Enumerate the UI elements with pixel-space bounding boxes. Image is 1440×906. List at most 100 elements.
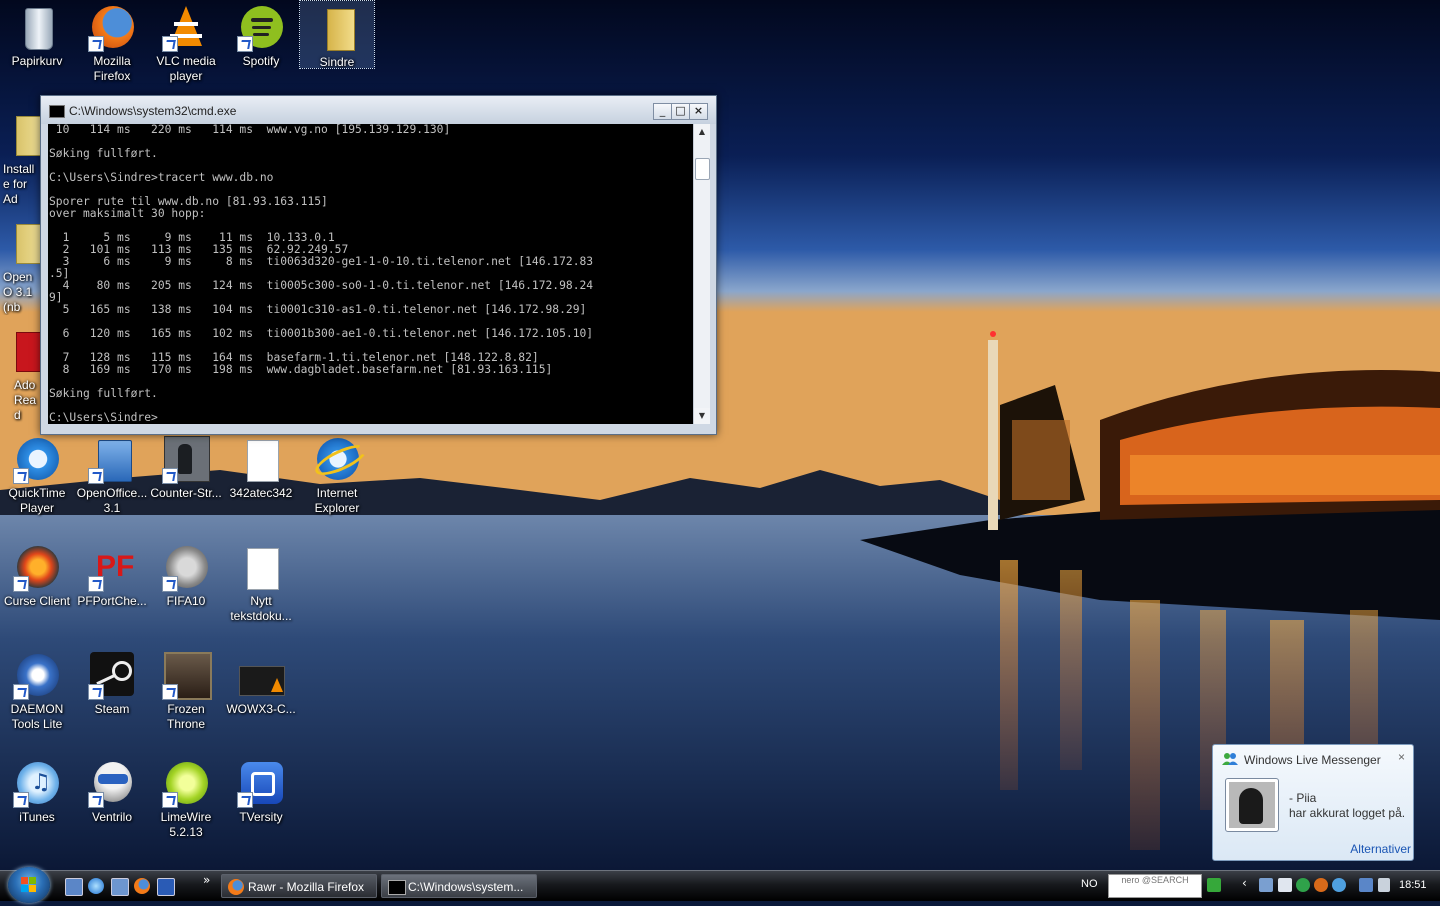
console-line: Søking fullført. xyxy=(49,387,158,400)
shortcut-arrow-icon xyxy=(13,792,29,808)
shortcut-arrow-icon xyxy=(162,684,178,700)
user-folder-icon xyxy=(313,5,361,53)
desktop-icon-daemon-tools[interactable]: DAEMON Tools Lite xyxy=(0,648,74,732)
desktop-icon-spotify[interactable]: Spotify xyxy=(224,0,298,69)
maximize-button[interactable]: □ xyxy=(671,103,690,120)
video-file-icon xyxy=(237,652,285,700)
cmd-window[interactable]: C:\Windows\system32\cmd.exe _ □ × 10 114… xyxy=(40,95,717,435)
desktop-icon-vlc[interactable]: VLC media player xyxy=(149,0,223,84)
text-file-icon xyxy=(237,436,285,484)
network-icon[interactable] xyxy=(1359,878,1373,892)
desktop-icon-limewire[interactable]: LimeWire 5.2.13 xyxy=(149,756,223,840)
start-button[interactable] xyxy=(8,867,50,903)
desktop-icon-steam[interactable]: Steam xyxy=(75,648,149,717)
tray-app-icon[interactable] xyxy=(1259,878,1273,892)
shortcut-arrow-icon xyxy=(162,468,178,484)
desktop-icon-fifa10[interactable]: FIFA10 xyxy=(149,540,223,609)
limewire-icon xyxy=(162,760,210,808)
desktop-icon-frozen-throne[interactable]: Frozen Throne xyxy=(149,648,223,732)
messenger-buddy-icon xyxy=(1222,753,1238,765)
shortcut-arrow-icon xyxy=(88,468,104,484)
desktop-icon-openoffice-folder[interactable]: OpenO 3.1 (nb xyxy=(0,216,40,315)
cmd-titlebar[interactable]: C:\Windows\system32\cmd.exe _ □ × xyxy=(41,96,716,124)
desktop-icon-openoffice[interactable]: OpenOffice... 3.1 xyxy=(75,432,149,516)
quicklaunch-overflow-icon[interactable]: » xyxy=(203,873,210,887)
messenger-tray-icon[interactable] xyxy=(1332,878,1346,892)
messenger-notification[interactable]: Windows Live Messenger × - Piia har akku… xyxy=(1212,744,1414,861)
taskbar-item-firefox[interactable]: Rawr - Mozilla Firefox xyxy=(221,874,377,898)
scroll-up-icon[interactable]: ▲ xyxy=(694,124,710,140)
console-output[interactable]: 10 114 ms 220 ms 114 ms www.vg.no [195.1… xyxy=(48,124,693,424)
cmd-icon xyxy=(49,105,65,118)
console-line: 10 114 ms 220 ms 114 ms www.vg.no [195.1… xyxy=(49,124,451,136)
notification-title: Windows Live Messenger xyxy=(1244,753,1381,767)
show-desktop-icon[interactable] xyxy=(65,878,83,896)
shortcut-arrow-icon xyxy=(162,576,178,592)
console-line: 3 6 ms 9 ms 8 ms ti0063d320-ge1-1-0-10.t… xyxy=(49,255,594,268)
recycle-bin-icon xyxy=(13,4,61,52)
desktop-icon-video-file[interactable]: WOWX3-C... xyxy=(224,648,298,717)
desktop-icon-curse-client[interactable]: Curse Client xyxy=(0,540,74,609)
firefox-icon[interactable] xyxy=(134,878,150,894)
minimize-button[interactable]: _ xyxy=(653,103,672,120)
contact-picture xyxy=(1229,782,1275,828)
close-button[interactable]: × xyxy=(689,103,708,120)
firefox-icon xyxy=(88,4,136,52)
messenger-quicklaunch-icon[interactable] xyxy=(157,878,175,896)
desktop-icon-adobe-reader[interactable]: Ado Read xyxy=(0,324,40,423)
taskbar-item-cmd[interactable]: C:\Windows\system... xyxy=(381,874,537,898)
options-link[interactable]: Alternativer xyxy=(1350,842,1411,856)
installer-icon xyxy=(14,112,40,160)
desktop-icon-tversity[interactable]: TVersity xyxy=(224,756,298,825)
cmd-title: C:\Windows\system32\cmd.exe xyxy=(69,104,237,118)
scroll-down-icon[interactable]: ▼ xyxy=(694,408,710,424)
steam-icon xyxy=(88,652,136,700)
vertical-scrollbar[interactable]: ▲ ▼ xyxy=(693,124,710,424)
counter-strike-icon xyxy=(162,436,210,484)
firefox-icon xyxy=(228,879,244,895)
internet-explorer-icon[interactable] xyxy=(88,878,104,894)
openoffice-icon xyxy=(88,436,136,484)
nero-search-box[interactable]: nero @SEARCH xyxy=(1108,874,1202,898)
desktop-icon-itunes[interactable]: ♫ iTunes xyxy=(0,756,74,825)
console-line: 6 120 ms 165 ms 102 ms ti0001b300-ae1-0.… xyxy=(49,327,594,340)
tray-app-icon[interactable] xyxy=(1314,878,1328,892)
tversity-icon xyxy=(237,760,285,808)
desktop-icon-installer[interactable]: Installe for Ad xyxy=(0,108,40,207)
console-text: 10 114 ms 220 ms 114 ms www.vg.no [195.1… xyxy=(48,124,693,424)
desktop-icon-ventrilo[interactable]: Ventrilo xyxy=(75,756,149,825)
desktop-icon-text-file-2[interactable]: Nytt tekstdoku... xyxy=(224,540,298,624)
desktop-icon-pfportchecker[interactable]: PF PFPortChe... xyxy=(75,540,149,609)
desktop-icon-recycle-bin[interactable]: Papirkurv xyxy=(0,0,74,69)
notification-close-button[interactable]: × xyxy=(1398,750,1405,764)
shortcut-arrow-icon xyxy=(237,36,253,52)
shortcut-arrow-icon xyxy=(162,792,178,808)
text-file-icon xyxy=(237,544,285,592)
console-line: over maksimalt 30 hopp: xyxy=(49,207,206,220)
shortcut-arrow-icon xyxy=(88,792,104,808)
desktop-icon-user-folder[interactable]: Sindre xyxy=(299,0,375,69)
language-indicator[interactable]: NO xyxy=(1081,878,1098,890)
taskbar: » Rawr - Mozilla Firefox C:\Windows\syst… xyxy=(0,867,1440,903)
scrollbar-thumb[interactable] xyxy=(695,158,710,180)
desktop-icon-firefox[interactable]: Mozilla Firefox xyxy=(75,0,149,84)
tray-app-icon[interactable] xyxy=(1278,878,1292,892)
tray-expand-icon[interactable]: ‹ xyxy=(1242,876,1247,890)
spotify-icon xyxy=(237,4,285,52)
pfportchecker-icon: PF xyxy=(88,544,136,592)
volume-icon[interactable] xyxy=(1378,878,1390,892)
avatar[interactable] xyxy=(1225,778,1279,832)
go-arrow-icon[interactable] xyxy=(1207,878,1221,892)
desktop-icon-internet-explorer[interactable]: Internet Explorer xyxy=(300,432,374,516)
console-line: C:\Users\Sindre> xyxy=(49,411,158,424)
tray-sync-icon[interactable] xyxy=(1296,878,1310,892)
switch-windows-icon[interactable] xyxy=(111,878,129,896)
desktop-icon-text-file-1[interactable]: 342atec342 xyxy=(224,432,298,501)
console-line: Søking fullført. xyxy=(49,147,158,160)
desktop-icon-quicktime[interactable]: QuickTime Player xyxy=(0,432,74,516)
shortcut-arrow-icon xyxy=(88,576,104,592)
adobe-reader-icon xyxy=(14,328,40,376)
clock[interactable]: 18:51 xyxy=(1399,879,1427,891)
quicktime-icon xyxy=(13,436,61,484)
desktop-icon-counter-strike[interactable]: Counter-Str... xyxy=(149,432,223,501)
